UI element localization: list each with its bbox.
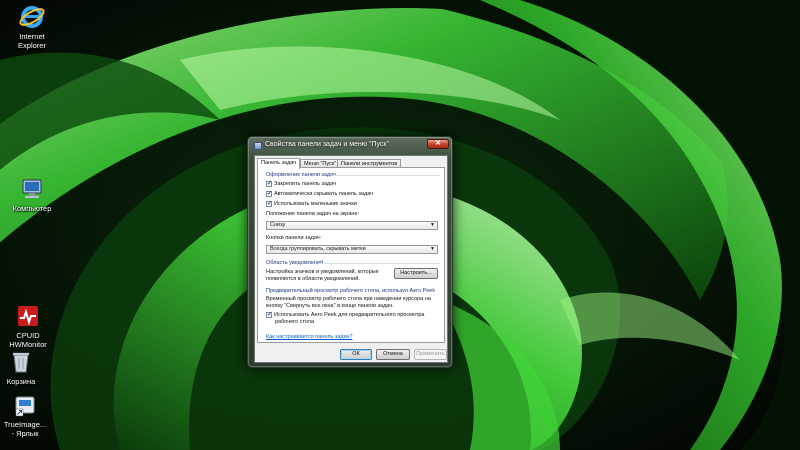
- tab-panel-taskbar: Оформление панели задач ✓ Закрепить панел…: [257, 167, 445, 343]
- checkmark-icon: ✓: [266, 191, 273, 197]
- checkmark-icon: ✓: [266, 312, 273, 318]
- desktop-icon-recycle-bin[interactable]: Корзина: [0, 349, 51, 386]
- desktop-icon-label-line2: HWMonitor: [9, 340, 47, 349]
- notification-text-line2: появляются в области уведомлений.: [266, 276, 360, 282]
- checkbox-label: Закрепить панель задач: [274, 181, 337, 187]
- desktop-icon-label-line2: Explorer: [18, 41, 46, 50]
- dropdown-arrow-icon: ▼: [430, 222, 435, 228]
- desktop-icon-label-line1: TrueImage...: [3, 420, 47, 429]
- checkbox-label: Автоматически скрывать панель задач: [274, 191, 374, 197]
- configure-button[interactable]: Настроить...: [394, 268, 438, 279]
- checkmark-icon: ✓: [266, 181, 273, 187]
- appearance-group-heading: Оформление панели задач: [266, 172, 337, 178]
- aero-peek-text-line1: Временный просмотр рабочего стола при на…: [266, 296, 431, 302]
- trueimage-shortcut-icon: [12, 392, 38, 418]
- checkbox-label: Использовать маленькие значки: [274, 201, 357, 207]
- checkbox-auto-hide[interactable]: ✓ Автоматически скрывать панель задач: [266, 191, 373, 198]
- cancel-button[interactable]: Отмена: [376, 349, 410, 360]
- checkbox-aero-peek[interactable]: ✓ Использовать Aero Peek для предваритель…: [266, 312, 424, 326]
- recycle-bin-icon: [8, 349, 34, 375]
- group-divider: [332, 175, 440, 176]
- title-bar[interactable]: Свойства панели задач и меню "Пуск" ✕: [251, 139, 449, 153]
- taskbar-properties-dialog: Свойства панели задач и меню "Пуск" ✕ Па…: [247, 136, 453, 368]
- help-link[interactable]: Как настраивается панель задач?: [266, 334, 352, 340]
- internet-explorer-icon: [19, 4, 45, 30]
- desktop-icon-hwmonitor[interactable]: CPUID HWMonitor: [0, 303, 58, 349]
- close-button[interactable]: ✕: [427, 139, 449, 149]
- desktop-icon-label-line1: Internet: [19, 32, 45, 41]
- desktop-icon-label-line1: CPUID: [16, 331, 40, 340]
- desktop-icon-internet-explorer[interactable]: Internet Explorer: [2, 4, 62, 50]
- checkbox-small-icons[interactable]: ✓ Использовать маленькие значки: [266, 201, 357, 208]
- window-title: Свойства панели задач и меню "Пуск": [265, 141, 389, 148]
- desktop-icon-label: Корзина: [6, 377, 36, 386]
- computer-icon: [19, 176, 45, 202]
- desktop-icon-trueimage[interactable]: TrueImage... - Ярлык: [0, 392, 55, 438]
- dialog-client-area: Панель задач Меню "Пуск" Панели инструме…: [254, 155, 448, 363]
- hwmonitor-icon: [15, 303, 41, 329]
- position-select[interactable]: Снизу ▼: [266, 221, 438, 230]
- ok-button[interactable]: ОК: [340, 349, 372, 360]
- desktop-icon-label: Компьютер: [12, 204, 52, 213]
- checkbox-label-line1: Использовать Aero Peek для предварительн…: [274, 312, 425, 318]
- notification-group-heading: Область уведомлений: [266, 260, 324, 266]
- aero-peek-group-heading: Предварительный просмотр рабочего стола,…: [266, 288, 436, 294]
- position-label: Положение панели задач на экране:: [266, 211, 360, 217]
- taskbar-buttons-select-value: Всегда группировать, скрывать метки: [270, 246, 366, 252]
- dropdown-arrow-icon: ▼: [430, 246, 435, 252]
- notification-text-line1: Настройка значков и уведомлений, которые: [266, 269, 379, 275]
- taskbar-buttons-label: Кнопки панели задач:: [266, 235, 322, 241]
- desktop-icon-computer[interactable]: Компьютер: [2, 176, 62, 213]
- taskbar-properties-icon: [254, 142, 262, 150]
- taskbar-buttons-select[interactable]: Всегда группировать, скрывать метки ▼: [266, 245, 438, 254]
- checkbox-label-line2: рабочего стола: [275, 319, 315, 325]
- group-divider: [318, 263, 440, 264]
- position-select-value: Снизу: [270, 222, 286, 228]
- apply-button[interactable]: Применить: [414, 349, 447, 360]
- desktop-icon-label-line2: - Ярлык: [11, 429, 39, 438]
- checkbox-lock-taskbar[interactable]: ✓ Закрепить панель задач: [266, 181, 336, 188]
- tab-taskbar[interactable]: Панель задач: [257, 158, 301, 169]
- aero-peek-text-line2: кнопку "Свернуть все окна" в конце панел…: [266, 303, 394, 309]
- checkmark-icon: ✓: [266, 201, 273, 207]
